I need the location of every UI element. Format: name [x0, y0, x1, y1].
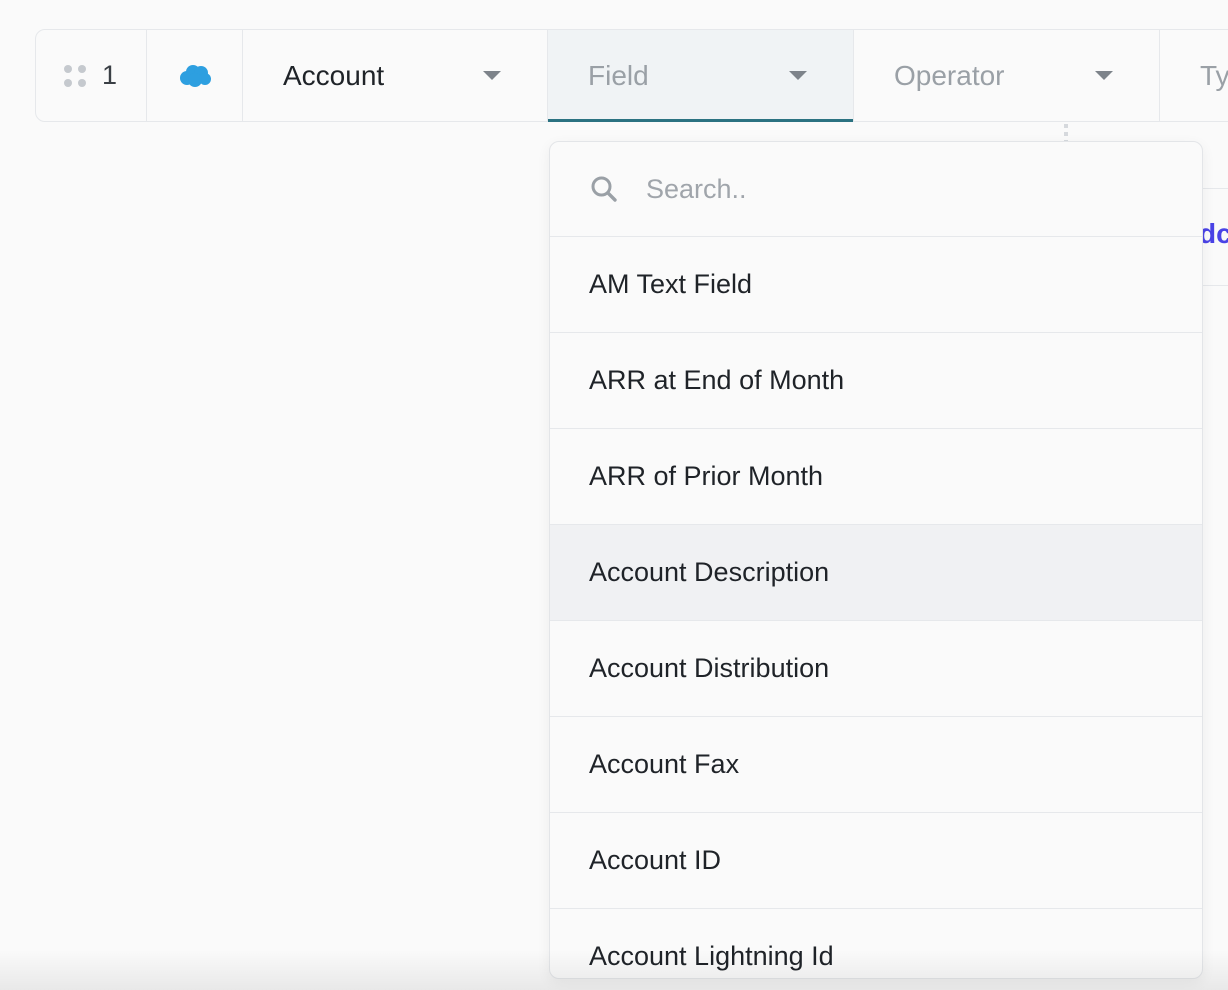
drag-handle-icon[interactable] — [64, 64, 86, 87]
chevron-down-icon — [789, 71, 807, 80]
search-icon — [591, 176, 617, 202]
operator-select-placeholder: Operator — [894, 59, 1005, 91]
dropdown-option[interactable]: ARR at End of Month — [550, 333, 1202, 429]
dropdown-option[interactable]: Account Lightning Id — [550, 909, 1202, 978]
field-select-placeholder: Field — [588, 59, 649, 91]
source-cell — [146, 30, 242, 121]
field-select[interactable]: Field — [547, 30, 853, 122]
dropdown-option[interactable]: Account ID — [550, 813, 1202, 909]
object-select[interactable]: Account — [242, 30, 547, 121]
dropdown-option[interactable]: ARR of Prior Month — [550, 429, 1202, 525]
dropdown-option-hovered[interactable]: Account Description — [550, 525, 1202, 621]
background-link[interactable]: dc — [1199, 218, 1228, 250]
chevron-down-icon — [483, 71, 501, 80]
filter-row: 1 Account Field Operator Ty — [35, 29, 1228, 122]
dropdown-option[interactable]: Account Fax — [550, 717, 1202, 813]
dropdown-search — [550, 142, 1202, 237]
type-select-placeholder: Ty — [1200, 59, 1228, 91]
dropdown-option[interactable]: AM Text Field — [550, 237, 1202, 333]
search-input[interactable] — [644, 172, 1128, 206]
row-handle-cell: 1 — [36, 30, 146, 121]
object-select-value: Account — [283, 59, 385, 91]
operator-select[interactable]: Operator — [853, 30, 1159, 121]
field-dropdown: AM Text Field ARR at End of Month ARR of… — [549, 141, 1203, 979]
type-select[interactable]: Ty — [1159, 30, 1228, 121]
row-index: 1 — [102, 60, 118, 90]
chevron-down-icon — [1095, 71, 1113, 80]
salesforce-cloud-icon — [179, 64, 211, 87]
dropdown-option[interactable]: Account Distribution — [550, 621, 1202, 717]
